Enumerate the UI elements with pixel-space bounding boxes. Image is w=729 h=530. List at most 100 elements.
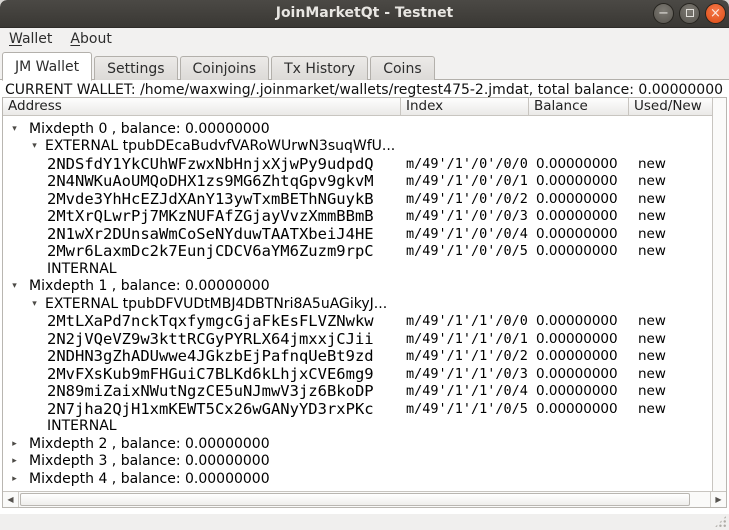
tree-row-mixdepth[interactable]: ▾ Mixdepth 0 , balance: 0.00000000: [3, 120, 712, 138]
maximize-icon[interactable]: [679, 3, 700, 24]
address-text: 2N89miZaixNWutNgzCE5uNJmwV3jz6BkoDP: [3, 382, 374, 400]
address-cell: 2N4NWKuAoUMQoDHX1zs9MG6ZhtqGpv9gkvM: [3, 172, 401, 190]
address-cell: 2N89miZaixNWutNgzCE5uNJmwV3jz6BkoDP: [3, 382, 401, 400]
address-cell: 2MvFXsKub9mFHGuiC7BLKd6kLhjxCVE6mg9: [3, 365, 401, 383]
tree-row-mixdepth[interactable]: ▸ Mixdepth 4 , balance: 0.00000000: [3, 470, 712, 488]
tree-row-address[interactable]: 2MtXrQLwrPj7MKzNUFAfZGjayVvzXmmBBmB m/49'…: [3, 208, 712, 226]
branch-label: EXTERNAL tpubDEcaBudvfVARoWUrwN3suqWfU..…: [45, 138, 395, 154]
index-cell: m/49'/1'/0'/0/1: [401, 173, 529, 189]
horizontal-scrollbar-thumb[interactable]: [20, 493, 690, 506]
address-text: 2N7jha2QjH1xmKEWT5Cx26wGANyYD3rxPKc: [3, 400, 374, 418]
menu-item-wallet[interactable]: Wallet: [0, 30, 61, 48]
index-cell: m/49'/1'/1'/0/3: [401, 366, 529, 382]
expanded-triangle-icon[interactable]: ▾: [9, 281, 20, 291]
index-cell: m/49'/1'/1'/0/2: [401, 348, 529, 364]
tab-bar: JM WalletSettingsCoinjoinsTx HistoryCoin…: [2, 50, 729, 80]
tree-row-mixdepth[interactable]: ▾ Mixdepth 1 , balance: 0.00000000: [3, 278, 712, 296]
menu-bar: WalletAbout: [0, 28, 729, 50]
minimize-icon[interactable]: −: [653, 3, 674, 24]
address-text: 2Mwr6LaxmDc2k7EunjCDCV6aYM6Zuzm9rpC: [3, 242, 374, 260]
used-new-cell: new: [629, 173, 712, 189]
tree-row-address[interactable]: 2MvFXsKub9mFHGuiC7BLKd6kLhjxCVE6mg9 m/49'…: [3, 365, 712, 383]
tree-row-address[interactable]: 2NDHN3gZhADUwwe4JGkzbEjPafnqUeBt9zd m/49'…: [3, 348, 712, 366]
tab-tx-history[interactable]: Tx History: [271, 56, 368, 80]
tree-body: ▾Mixdepth 0 , balance: 0.00000000▾EXTERN…: [3, 117, 712, 491]
app-window: JoinMarketQt - Testnet − × WalletAbout J…: [0, 0, 729, 530]
tree-row-address[interactable]: 2N7jha2QjH1xmKEWT5Cx26wGANyYD3rxPKcm/49'…: [3, 400, 712, 418]
balance-cell: 0.00000000: [529, 208, 629, 224]
balance-cell: 0.00000000: [529, 226, 629, 242]
mixdepth-label: Mixdepth 3 , balance: 0.00000000: [29, 453, 270, 469]
collapsed-triangle-icon[interactable]: ▸: [9, 439, 20, 449]
tree-row-mixdepth[interactable]: ▸Mixdepth 2 , balance: 0.00000000: [3, 435, 712, 453]
window-title: JoinMarketQt - Testnet: [0, 0, 729, 27]
tree-row-address[interactable]: 2N2jVQeVZ9w3kttRCGyPYRLX64jmxxjCJii m/49'…: [3, 330, 712, 348]
tree-row-branch[interactable]: ▾EXTERNAL tpubDFVUDtMBJ4DBTNri8A5uAGikyJ…: [3, 295, 712, 313]
address-cell: ▸ Mixdepth 3 , balance: 0.00000000: [3, 453, 401, 469]
used-new-cell: new: [629, 243, 712, 259]
vertical-scrollbar[interactable]: [712, 98, 726, 491]
used-new-cell: new: [629, 313, 712, 329]
title-bar[interactable]: JoinMarketQt - Testnet − ×: [0, 0, 729, 28]
horizontal-scrollbar[interactable]: ◀ ▶: [3, 491, 726, 507]
tree-row-address[interactable]: 2Mwr6LaxmDc2k7EunjCDCV6aYM6Zuzm9rpCm/49'…: [3, 243, 712, 261]
expanded-triangle-icon[interactable]: ▾: [29, 141, 40, 151]
address-cell: 2Mvde3YhHcEZJdXAnY13ywTxmBEThNGuykB: [3, 190, 401, 208]
tree-row-mixdepth[interactable]: ▸ Mixdepth 3 , balance: 0.00000000: [3, 453, 712, 471]
index-cell: m/49'/1'/0'/0/0: [401, 156, 529, 172]
balance-cell: 0.00000000: [529, 173, 629, 189]
index-cell: m/49'/1'/1'/0/1: [401, 331, 529, 347]
index-cell: m/49'/1'/0'/0/3: [401, 208, 529, 224]
tree-row-address[interactable]: 2MtLXaPd7nckTqxfymgcGjaFkEsFLVZNwkwm/49'…: [3, 313, 712, 331]
tree-header: Address Index Balance Used/New: [3, 98, 712, 116]
balance-cell: 0.00000000: [529, 243, 629, 259]
tree-row-internal[interactable]: INTERNAL: [3, 260, 712, 278]
used-new-cell: new: [629, 348, 712, 364]
column-header-balance[interactable]: Balance: [529, 98, 629, 115]
collapsed-triangle-icon[interactable]: ▸: [9, 474, 20, 484]
expanded-triangle-icon[interactable]: ▾: [9, 124, 20, 134]
tree-row-address[interactable]: 2N4NWKuAoUMQoDHX1zs9MG6ZhtqGpv9gkvMm/49'…: [3, 173, 712, 191]
collapsed-triangle-icon[interactable]: ▸: [9, 456, 20, 466]
maximize-glyph: [686, 9, 694, 17]
window-controls: − ×: [653, 3, 726, 24]
wallet-tree: Address Index Balance Used/New ▾ Mixdepth…: [2, 97, 727, 508]
index-cell: m/49'/1'/1'/0/0: [401, 313, 529, 329]
tab-coinjoins[interactable]: Coinjoins: [180, 56, 270, 80]
mixdepth-label: Mixdepth 1 , balance: 0.00000000: [29, 278, 270, 294]
tree-row-address[interactable]: 2N89miZaixNWutNgzCE5uNJmwV3jz6BkoDP m/49'…: [3, 383, 712, 401]
tab-settings[interactable]: Settings: [94, 56, 177, 80]
tree-row-address[interactable]: 2N1wXr2DUnsaWmCoSeNYduwTAATXbeiJ4HEm/49'…: [3, 225, 712, 243]
tab-coins[interactable]: Coins: [370, 56, 434, 80]
address-cell: 2NDHN3gZhADUwwe4JGkzbEjPafnqUeBt9zd: [3, 347, 401, 365]
scroll-left-icon[interactable]: ◀: [3, 492, 19, 507]
tab-jm-wallet[interactable]: JM Wallet: [2, 52, 92, 81]
close-icon[interactable]: ×: [705, 3, 726, 24]
tree-row-address[interactable]: 2NDSfdY1YkCUhWFzwxNbHnjxXjwPy9udpdQm/49'…: [3, 155, 712, 173]
used-new-cell: new: [629, 401, 712, 417]
column-header-address[interactable]: Address: [3, 98, 401, 115]
address-cell: 2Mwr6LaxmDc2k7EunjCDCV6aYM6Zuzm9rpC: [3, 242, 401, 260]
tree-row-address[interactable]: 2Mvde3YhHcEZJdXAnY13ywTxmBEThNGuykBm/49'…: [3, 190, 712, 208]
resize-grip-icon[interactable]: [714, 515, 727, 528]
address-text: 2MvFXsKub9mFHGuiC7BLKd6kLhjxCVE6mg9: [3, 365, 374, 383]
expanded-triangle-icon[interactable]: ▾: [29, 299, 40, 309]
mixdepth-label: Mixdepth 4 , balance: 0.00000000: [29, 471, 270, 487]
used-new-cell: new: [629, 156, 712, 172]
address-text: 2NDHN3gZhADUwwe4JGkzbEjPafnqUeBt9zd: [3, 347, 374, 365]
index-cell: m/49'/1'/1'/0/4: [401, 383, 529, 399]
tree-row-branch[interactable]: ▾ EXTERNAL tpubDEcaBudvfVARoWUrwN3suqWfU.…: [3, 138, 712, 156]
index-cell: m/49'/1'/0'/0/4: [401, 226, 529, 242]
column-header-index[interactable]: Index: [401, 98, 529, 115]
used-new-cell: new: [629, 331, 712, 347]
scroll-right-icon[interactable]: ▶: [710, 492, 726, 507]
tree-row-internal[interactable]: INTERNAL: [3, 418, 712, 436]
address-text: 2MtXrQLwrPj7MKzNUFAfZGjayVvzXmmBBmB: [3, 207, 374, 225]
menu-item-about[interactable]: About: [61, 30, 120, 48]
balance-cell: 0.00000000: [529, 313, 629, 329]
balance-cell: 0.00000000: [529, 191, 629, 207]
column-header-used-new[interactable]: Used/New: [629, 98, 712, 115]
status-strip: [0, 514, 729, 530]
address-text: 2N2jVQeVZ9w3kttRCGyPYRLX64jmxxjCJii: [3, 330, 374, 348]
mixdepth-label: Mixdepth 0 , balance: 0.00000000: [29, 121, 270, 137]
